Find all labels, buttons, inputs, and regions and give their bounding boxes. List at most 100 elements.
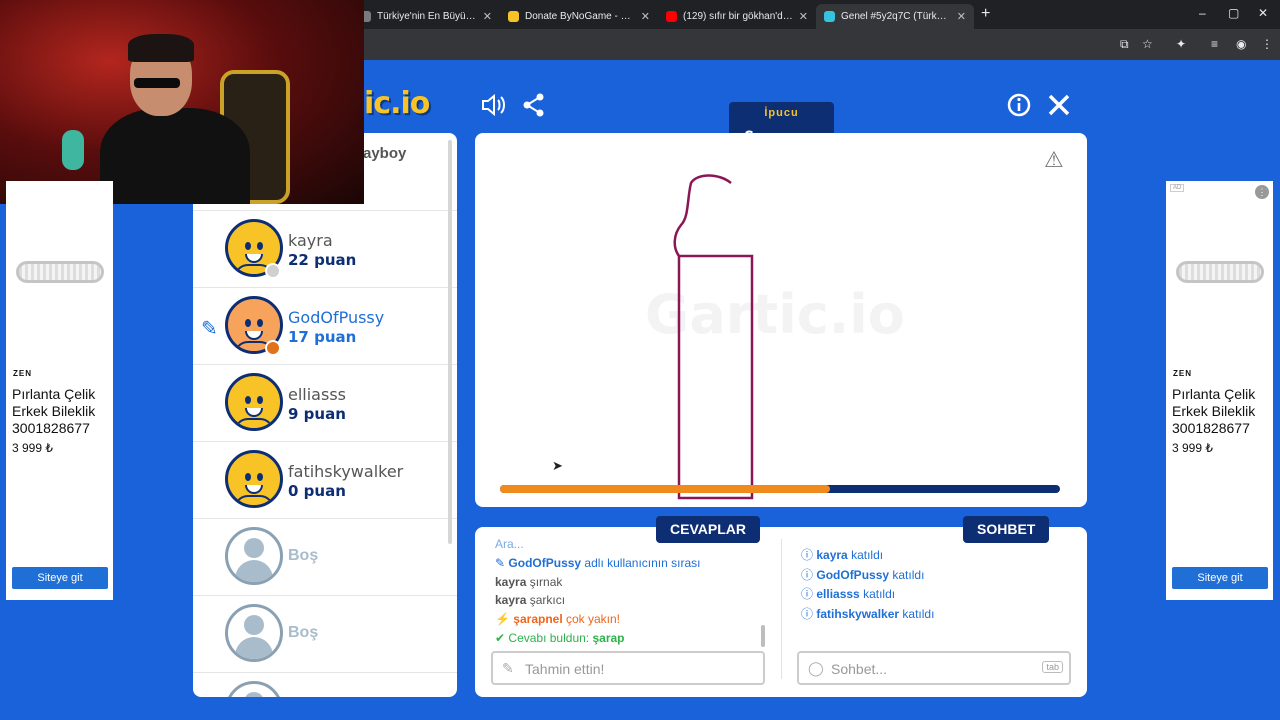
streamer-hair — [128, 34, 194, 62]
ad-visit-button[interactable]: Siteye git — [1172, 567, 1268, 589]
chat-text: katıldı — [847, 548, 884, 562]
tab-favicon — [824, 11, 835, 22]
chat-bubble-icon: ◯ — [808, 660, 824, 676]
guess-input[interactable]: ✎ Tahmin ettin! — [491, 651, 765, 685]
status-dot — [265, 263, 281, 279]
tab-title: (129) sıfır bir gökhan'dan mesa — [683, 11, 793, 22]
more-options-icon[interactable]: ⋮ — [1255, 185, 1269, 199]
drawing-canvas[interactable]: Gartic.io ⚠ ➤ — [475, 133, 1087, 507]
new-tab-button[interactable]: + — [981, 5, 990, 23]
timer-fill — [500, 485, 831, 493]
extensions-icon[interactable]: ✦ — [1176, 37, 1186, 51]
players-scrollbar[interactable] — [448, 140, 452, 544]
ad-price: 3 999 ₺ — [12, 441, 53, 455]
answer-user: kayra — [495, 593, 527, 607]
drawing-strokes — [673, 174, 754, 500]
chat-text: katıldı — [859, 587, 896, 601]
empty-slot — [193, 672, 457, 697]
pencil-icon: ✎ — [495, 556, 506, 570]
ad-right[interactable]: AD ⋮ ZEN Pırlanta Çelik Erkek Bileklik 3… — [1166, 181, 1273, 600]
check-icon: ✔ — [495, 631, 506, 645]
player-name: GodOfPussy — [288, 308, 385, 327]
bookmark-star-icon[interactable]: ☆ — [1142, 37, 1153, 51]
ad-left[interactable]: ZEN Pırlanta Çelik Erkek Bileklik 300182… — [6, 181, 113, 600]
close-window-button[interactable]: ✕ — [1258, 6, 1268, 20]
player-score: 22 puan — [288, 251, 357, 269]
answer-text: şarap — [592, 631, 625, 645]
close-icon[interactable]: ✕ — [483, 10, 492, 23]
share-icon[interactable] — [521, 92, 547, 118]
list-item: ✎ GodOfPussy adlı kullanıcının sırası — [495, 556, 700, 570]
list-item: ⓘ GodOfPussy katıldı — [801, 566, 924, 583]
close-icon[interactable] — [1046, 92, 1072, 118]
media-icon[interactable]: ≡ — [1211, 37, 1218, 51]
answers-list: Ara... ✎ GodOfPussy adlı kullanıcının sı… — [495, 537, 765, 649]
empty-slot: Boş — [193, 518, 457, 595]
list-item: kayra şarkıcı — [495, 593, 565, 607]
maximize-button[interactable]: ▢ — [1228, 6, 1239, 20]
info-icon[interactable] — [1006, 92, 1032, 118]
info-icon: ⓘ — [801, 607, 814, 621]
answer-user: Cevabı buldun: — [508, 631, 593, 645]
answer-text: şırnak — [526, 575, 563, 589]
list-item: ✔ Cevabı buldun: şarap — [495, 631, 625, 645]
empty-avatar — [225, 681, 283, 697]
tab-key-hint: tab — [1042, 661, 1063, 673]
chat-user: kayra — [816, 548, 848, 562]
player-name: elliasss — [288, 385, 346, 404]
player-row[interactable]: elliasss 9 puan — [193, 364, 457, 441]
close-icon[interactable]: ✕ — [641, 10, 650, 23]
avatar — [225, 450, 283, 508]
list-item: ⓘ fatihskywalker katıldı — [801, 605, 934, 622]
hint-label: İpucu — [764, 107, 799, 119]
report-warning-icon[interactable]: ⚠ — [1044, 147, 1064, 173]
current-username: ayboy — [363, 145, 407, 162]
answer-user: GodOfPussy — [508, 556, 582, 570]
lightning-icon: ⚡ — [495, 612, 510, 626]
answer-text: şarkıcı — [526, 593, 566, 607]
player-score: 9 puan — [288, 405, 346, 423]
browser-tab-2[interactable]: (129) sıfır bir gökhan'dan mesa ✕ — [658, 4, 816, 29]
close-icon[interactable]: ✕ — [799, 10, 808, 23]
webcam-overlay — [0, 0, 364, 204]
answers-scrollbar[interactable] — [761, 625, 765, 647]
mouse-cursor-icon: ➤ — [552, 458, 563, 473]
info-icon: ⓘ — [801, 587, 814, 601]
chat-user: GodOfPussy — [816, 568, 890, 582]
chat-user: elliasss — [816, 587, 860, 601]
chat-input[interactable]: ◯ Sohbet... tab — [797, 651, 1071, 685]
tab-title: Genel #5y2q7C (Türkçe) - Gartic — [841, 11, 951, 22]
guess-placeholder: Tahmin ettin! — [525, 661, 605, 677]
list-item: ⚡ şarapnel çok yakın! — [495, 612, 620, 626]
players-panel: ayboy kayra 22 puan ✎ GodOfPussy 17 puan… — [193, 133, 457, 697]
timer-bar — [500, 485, 1060, 493]
screen-cast-icon[interactable]: ⧉ — [1120, 37, 1129, 52]
player-name: fatihskywalker — [288, 462, 404, 481]
list-item: kayra şırnak — [495, 575, 562, 589]
ad-title: Pırlanta Çelik Erkek Bileklik 3001828677 — [1172, 386, 1256, 436]
ad-visit-button[interactable]: Siteye git — [12, 567, 108, 589]
bracelet-image — [1176, 261, 1264, 283]
list-item: Ara... — [495, 537, 524, 551]
chat-user: fatihskywalker — [816, 607, 900, 621]
chat-tab[interactable]: SOHBET — [963, 516, 1050, 543]
info-icon: ⓘ — [801, 548, 814, 562]
browser-tab-3[interactable]: Genel #5y2q7C (Türkçe) - Gartic ✕ — [816, 4, 974, 29]
browser-tab-0[interactable]: Türkiye'nin En Büyük Oyuncu D ✕ — [352, 4, 500, 29]
streamer-body — [100, 108, 250, 204]
bracelet-image — [16, 261, 104, 283]
chat-text: katıldı — [899, 607, 935, 621]
sound-icon[interactable] — [480, 92, 506, 118]
player-row[interactable]: fatihskywalker 0 puan — [193, 441, 457, 518]
tab-favicon — [508, 11, 519, 22]
minimize-button[interactable]: – — [1199, 6, 1206, 20]
empty-slot-label: Boş — [288, 547, 319, 564]
browser-tab-1[interactable]: Donate ByNoGame - Gelen/Gid ✕ — [500, 4, 658, 29]
profile-icon[interactable]: ◉ — [1236, 37, 1246, 51]
player-row[interactable]: kayra 22 puan — [193, 210, 457, 287]
player-row[interactable]: ✎ GodOfPussy 17 puan — [193, 287, 457, 364]
empty-avatar — [225, 604, 283, 662]
menu-icon[interactable]: ⋮ — [1261, 37, 1273, 51]
close-icon[interactable]: ✕ — [957, 10, 966, 23]
list-item: ⓘ elliasss katıldı — [801, 585, 895, 602]
